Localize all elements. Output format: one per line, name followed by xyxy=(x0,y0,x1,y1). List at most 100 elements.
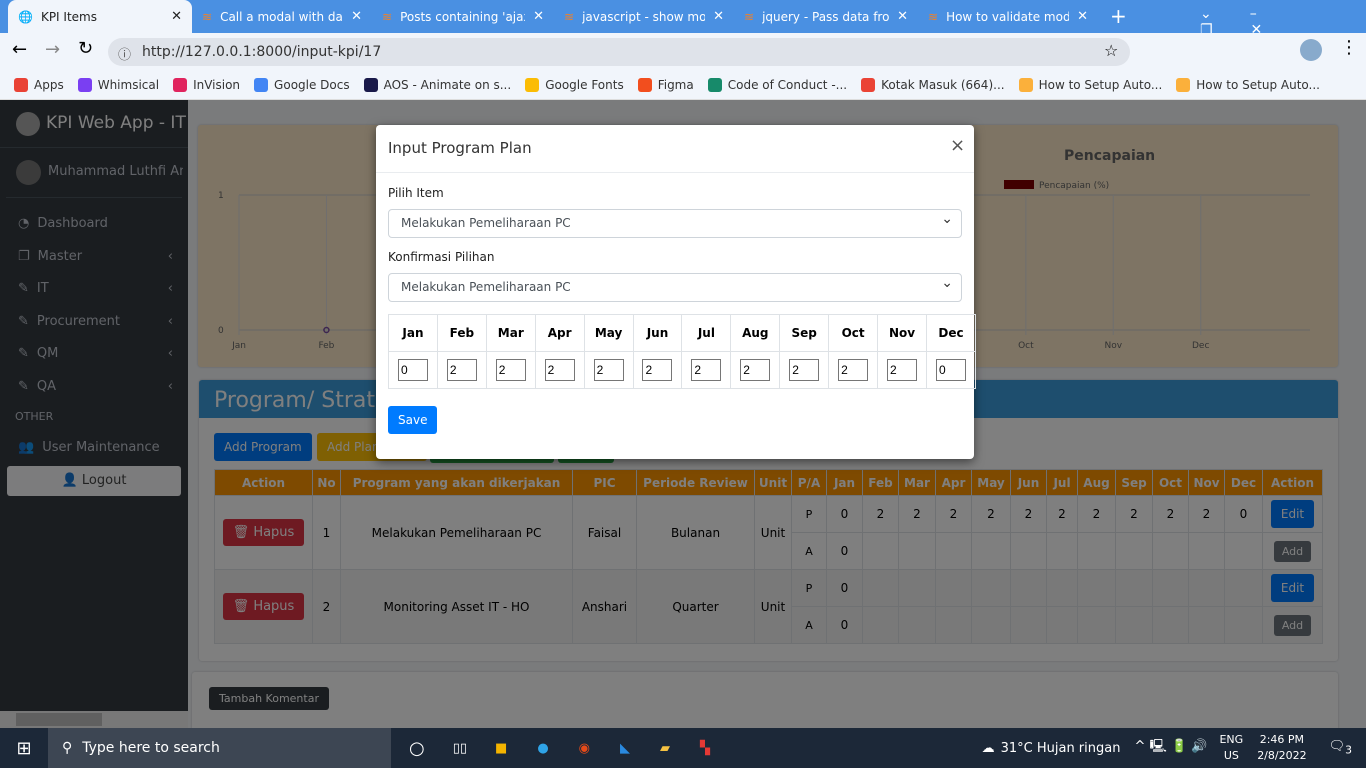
bookmark-item[interactable]: Apps xyxy=(14,77,64,92)
month-header: Jul xyxy=(681,314,732,352)
cortana-icon[interactable]: ○ xyxy=(409,738,425,759)
month-input-jan[interactable] xyxy=(397,359,428,381)
back-icon[interactable]: ← xyxy=(12,39,27,60)
month-input-cell xyxy=(925,351,977,389)
close-tab-icon[interactable]: ✕ xyxy=(897,9,908,24)
chrome-icon[interactable]: ◉ xyxy=(579,741,590,756)
pilih-item-select[interactable]: Melakukan Pemeliharaan PC xyxy=(388,206,962,238)
browser-tab[interactable]: ≋ How to validate moda ✕ xyxy=(918,0,1098,33)
tab-strip: 🌐 KPI Items ✕ ≋ Call a modal with data ✕ ≋ Post… xyxy=(0,0,1366,38)
month-input-nov[interactable] xyxy=(887,359,918,381)
taskbar-search[interactable]: ⚲ Type here to search xyxy=(48,728,391,768)
forward-icon[interactable]: → xyxy=(45,39,60,60)
edge-icon[interactable]: ● xyxy=(537,741,548,756)
browser-tab[interactable]: 🌐 KPI Items ✕ xyxy=(8,0,192,33)
bookmark-icon xyxy=(637,77,652,92)
month-input-cell xyxy=(388,351,438,389)
search-icon: ⚲ xyxy=(62,740,73,756)
bookmark-icon xyxy=(861,77,876,92)
bookmark-item[interactable]: AOS - Animate on s... xyxy=(363,77,511,92)
month-input-cell xyxy=(485,351,536,389)
bookmark-icon xyxy=(525,77,540,92)
month-input-row xyxy=(388,351,977,389)
month-input-jun[interactable] xyxy=(642,359,673,381)
close-tab-icon[interactable]: ✕ xyxy=(171,9,182,24)
clock[interactable]: 2:46 PM 2/8/2022 xyxy=(1257,732,1306,764)
month-input-cell xyxy=(534,351,585,389)
file-explorer-icon[interactable]: ▰ xyxy=(660,741,670,756)
month-input-sep[interactable] xyxy=(789,359,820,381)
month-input-jul[interactable] xyxy=(691,359,722,381)
stackoverflow-icon: ≋ xyxy=(202,9,213,24)
bookmark-item[interactable]: Google Fonts xyxy=(525,77,624,92)
close-tab-icon[interactable]: ✕ xyxy=(351,9,362,24)
month-input-may[interactable] xyxy=(593,359,624,381)
month-input-cell xyxy=(877,351,927,389)
month-input-dec[interactable] xyxy=(935,359,966,381)
bookmark-icon xyxy=(1018,77,1033,92)
month-input-cell xyxy=(583,351,634,389)
app-icon[interactable]: ▚ xyxy=(700,741,710,756)
browser-tab[interactable]: ≋ Posts containing 'ajax ✕ xyxy=(372,0,554,33)
bookmark-item[interactable]: Code of Conduct -... xyxy=(707,77,847,92)
tray-icons[interactable]: ^ 🖳 🔋 🔊 xyxy=(1134,737,1207,759)
new-tab-icon[interactable]: + xyxy=(1110,4,1127,28)
windows-start-icon[interactable]: ⊞ xyxy=(0,738,48,759)
globe-icon: 🌐 xyxy=(18,9,33,24)
bookmark-item[interactable]: InVision xyxy=(173,77,240,92)
month-input-cell xyxy=(828,351,879,389)
weather-icon[interactable]: ☁ xyxy=(982,741,995,756)
star-icon[interactable]: ☆ xyxy=(1104,41,1118,60)
pilih-item-label: Pilih Item xyxy=(388,186,444,200)
bookmark-item[interactable]: Kotak Masuk (664)... xyxy=(861,77,1005,92)
month-input-mar[interactable] xyxy=(495,359,526,381)
save-button[interactable]: Save xyxy=(388,406,438,434)
month-input-cell xyxy=(779,351,830,389)
bookmark-icon xyxy=(14,77,28,92)
month-input-feb[interactable] xyxy=(446,359,477,381)
browser-tab[interactable]: ≋ javascript - show mod ✕ xyxy=(554,0,734,33)
taskbar: ⊞ ⚲ Type here to search ○ ▯▯ ■ ● ◉ ◣ ▰ ▚ … xyxy=(0,728,1366,768)
address-bar[interactable]: http://127.0.0.1:8000/input-kpi/17 xyxy=(108,38,1130,66)
profile-avatar[interactable] xyxy=(1300,39,1322,61)
month-header: Feb xyxy=(436,314,487,352)
bookmark-item[interactable]: How to Setup Auto... xyxy=(1176,77,1320,92)
month-header: Oct xyxy=(828,314,879,352)
month-input-oct[interactable] xyxy=(838,359,869,381)
bookmark-item[interactable]: Whimsical xyxy=(77,77,159,92)
month-header: Jan xyxy=(388,314,438,352)
bookmark-item[interactable]: Figma xyxy=(637,77,694,92)
month-header-row: Jan Feb Mar Apr May Jun Jul Aug Sep Oct Nov Dec xyxy=(388,314,977,352)
close-tab-icon[interactable]: ✕ xyxy=(533,9,544,24)
notification-icon[interactable]: 🗨3 xyxy=(1329,739,1352,757)
vscode-icon[interactable]: ◣ xyxy=(620,741,630,756)
month-input-cell xyxy=(730,351,781,389)
month-header: Nov xyxy=(877,314,927,352)
stackoverflow-icon: ≋ xyxy=(382,9,393,24)
reload-icon[interactable]: ↻ xyxy=(78,38,93,59)
bookmark-item[interactable]: How to Setup Auto... xyxy=(1018,77,1162,92)
month-input-cell xyxy=(681,351,732,389)
konfirmasi-select[interactable]: Melakukan Pemeliharaan PC xyxy=(388,270,962,302)
weather-text[interactable]: 31°C Hujan ringan xyxy=(1001,741,1121,756)
language[interactable]: ENG US xyxy=(1219,732,1243,764)
close-tab-icon[interactable]: ✕ xyxy=(1077,9,1088,24)
stackoverflow-icon: ≋ xyxy=(744,9,755,24)
month-input-aug[interactable] xyxy=(740,359,771,381)
close-icon[interactable]: × xyxy=(950,135,965,156)
menu-icon[interactable]: ⋮ xyxy=(1340,37,1358,58)
month-plan-table: Jan Feb Mar Apr May Jun Jul Aug Sep Oct Nov Dec xyxy=(388,314,977,389)
task-view-icon[interactable]: ▯▯ xyxy=(453,741,467,756)
month-header: May xyxy=(583,314,634,352)
bookmark-icon xyxy=(1176,77,1191,92)
browser-tab[interactable]: ≋ Call a modal with data ✕ xyxy=(192,0,372,33)
month-header: Jun xyxy=(632,314,683,352)
info-icon[interactable]: ⓘ xyxy=(118,44,131,63)
month-header: Dec xyxy=(925,314,977,352)
browser-tab[interactable]: ≋ jquery - Pass data from ✕ xyxy=(734,0,918,33)
store-icon[interactable]: ■ xyxy=(495,741,507,756)
close-tab-icon[interactable]: ✕ xyxy=(713,9,724,24)
bookmark-icon xyxy=(707,77,722,92)
month-input-apr[interactable] xyxy=(544,359,575,381)
bookmark-item[interactable]: Google Docs xyxy=(254,77,350,92)
